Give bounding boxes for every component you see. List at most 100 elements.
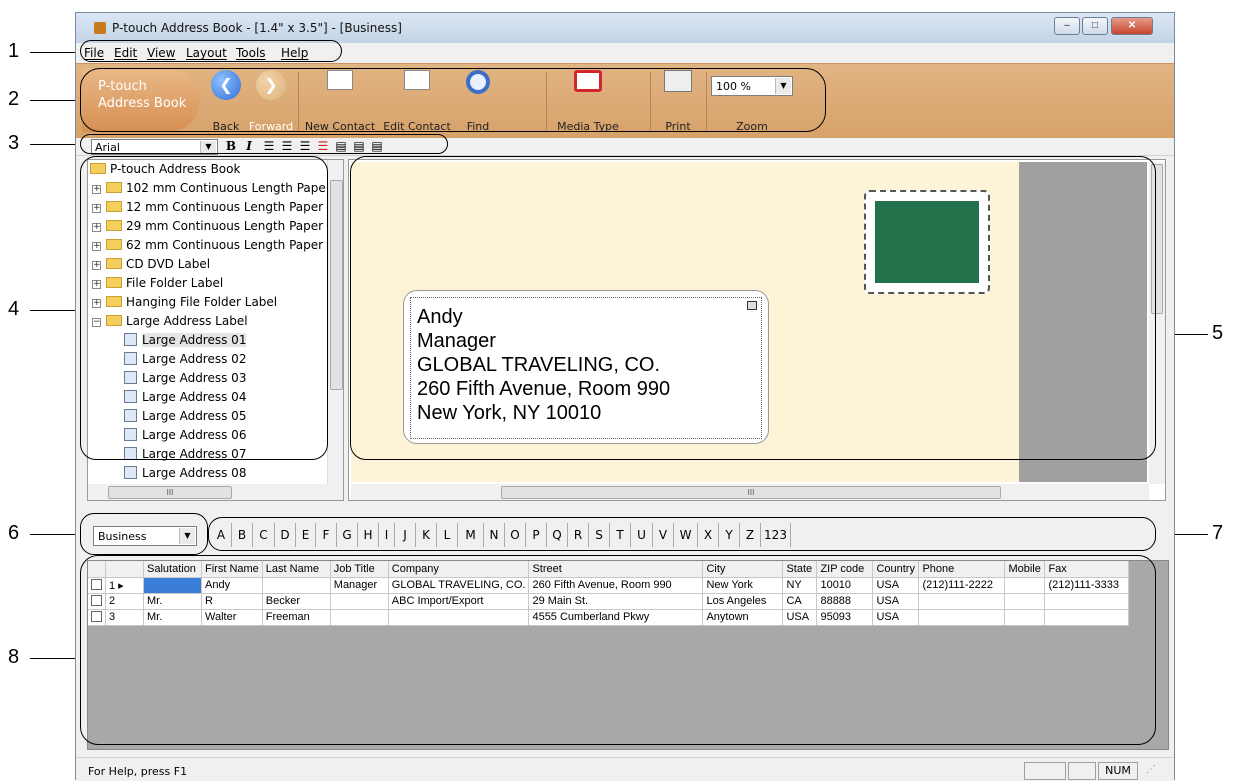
tab-letter[interactable]: M bbox=[458, 523, 484, 547]
menu-edit[interactable]: Edit bbox=[114, 46, 137, 60]
tab-letter[interactable]: O bbox=[505, 523, 526, 547]
collapse-icon[interactable]: − bbox=[92, 318, 101, 327]
expand-icon[interactable]: + bbox=[92, 223, 101, 232]
tree-folder[interactable]: − Large Address Label bbox=[88, 314, 248, 333]
scroll-thumb[interactable]: III bbox=[501, 486, 1001, 499]
table-row[interactable]: 1 ▸ Andy Manager GLOBAL TRAVELING, CO. 2… bbox=[88, 577, 1130, 594]
col-header[interactable]: Mobile bbox=[1004, 561, 1046, 578]
cell-phone[interactable] bbox=[918, 593, 1006, 610]
col-header[interactable]: Phone bbox=[918, 561, 1006, 578]
cell-street[interactable]: 260 Fifth Avenue, Room 990 bbox=[528, 577, 704, 594]
cell-zip[interactable]: 88888 bbox=[816, 593, 874, 610]
cell-first-name[interactable]: Walter bbox=[201, 609, 263, 626]
cell-country[interactable]: USA bbox=[872, 577, 920, 594]
expand-icon[interactable]: + bbox=[92, 242, 101, 251]
cell-zip[interactable]: 10010 bbox=[816, 577, 874, 594]
align-right-icon[interactable]: ☰ bbox=[298, 139, 312, 154]
tab-letter[interactable]: I bbox=[379, 523, 395, 547]
menu-view[interactable]: View bbox=[147, 46, 175, 60]
menu-tools[interactable]: Tools bbox=[236, 46, 266, 60]
scroll-thumb[interactable]: III bbox=[108, 486, 232, 499]
bold-button[interactable]: B bbox=[224, 139, 238, 154]
tree-folder[interactable]: +29 mm Continuous Length Paper bbox=[88, 219, 323, 238]
cell-fax[interactable] bbox=[1044, 609, 1130, 626]
tab-letter[interactable]: H bbox=[358, 523, 379, 547]
expand-icon[interactable]: + bbox=[92, 299, 101, 308]
tree-item[interactable]: Large Address 01 bbox=[124, 333, 247, 352]
tab-letter[interactable]: K bbox=[416, 523, 437, 547]
tab-letter[interactable]: U bbox=[631, 523, 653, 547]
scroll-thumb[interactable] bbox=[330, 180, 343, 390]
checkbox[interactable] bbox=[91, 611, 102, 622]
tree-folder[interactable]: + CD DVD Label bbox=[88, 257, 210, 276]
tree-item[interactable]: Large Address 07 bbox=[124, 447, 246, 466]
forward-button[interactable]: ❯ Forward bbox=[248, 70, 294, 133]
maximize-button[interactable]: □ bbox=[1082, 17, 1108, 35]
col-header[interactable]: First Name bbox=[201, 561, 263, 578]
scroll-thumb[interactable] bbox=[1151, 164, 1163, 314]
cell-last-name[interactable]: Freeman bbox=[262, 609, 331, 626]
cell-company[interactable]: ABC Import/Export bbox=[388, 593, 530, 610]
tab-letter[interactable]: E bbox=[296, 523, 316, 547]
preview-vertical-scrollbar[interactable] bbox=[1149, 162, 1165, 484]
cell-last-name[interactable] bbox=[262, 577, 331, 594]
menu-file[interactable]: File bbox=[84, 46, 104, 60]
preview-horizontal-scrollbar[interactable]: III bbox=[351, 484, 1149, 500]
tab-letter[interactable]: G bbox=[337, 523, 358, 547]
chevron-down-icon[interactable]: ▼ bbox=[200, 141, 216, 153]
col-header[interactable] bbox=[105, 561, 144, 578]
address-text-frame[interactable]: Andy Manager GLOBAL TRAVELING, CO. 260 F… bbox=[410, 297, 762, 439]
tab-letter[interactable]: N bbox=[484, 523, 505, 547]
find-button[interactable]: Find bbox=[458, 70, 498, 133]
tree-item[interactable]: Large Address 03 bbox=[124, 371, 246, 390]
align-left-icon[interactable]: ☰ bbox=[262, 139, 276, 154]
zoom-select[interactable]: 100 % ▼ bbox=[711, 76, 793, 96]
chevron-down-icon[interactable]: ▼ bbox=[179, 528, 195, 544]
cell-company[interactable]: GLOBAL TRAVELING, CO. bbox=[388, 577, 530, 594]
cell-state[interactable]: NY bbox=[782, 577, 818, 594]
table-row[interactable]: 2 Mr. R Becker ABC Import/Export 29 Main… bbox=[88, 593, 1130, 610]
col-header[interactable]: Fax bbox=[1044, 561, 1130, 578]
cell-street[interactable]: 4555 Cumberland Pkwy bbox=[528, 609, 704, 626]
col-header[interactable]: Last Name bbox=[262, 561, 331, 578]
tab-letter[interactable]: W bbox=[674, 523, 698, 547]
resize-grip-icon[interactable]: ⋰ bbox=[1146, 764, 1156, 775]
col-header[interactable]: Country bbox=[872, 561, 920, 578]
cell-country[interactable]: USA bbox=[872, 593, 920, 610]
tree-item[interactable]: Large Address 08 bbox=[124, 466, 246, 485]
tab-letter[interactable]: T bbox=[610, 523, 631, 547]
cell-salutation[interactable]: Mr. bbox=[143, 609, 202, 626]
italic-button[interactable]: I bbox=[242, 139, 256, 154]
edit-contact-button[interactable]: Edit Contact bbox=[380, 70, 454, 133]
checkbox[interactable] bbox=[91, 595, 102, 606]
col-header[interactable]: Salutation bbox=[143, 561, 202, 578]
col-header[interactable]: City bbox=[702, 561, 784, 578]
cell-state[interactable]: CA bbox=[782, 593, 818, 610]
tab-letter[interactable]: Q bbox=[547, 523, 568, 547]
tree-vertical-scrollbar[interactable] bbox=[327, 160, 343, 484]
tree-root[interactable]: P-touch Address Book bbox=[90, 162, 240, 181]
col-header[interactable]: ZIP code bbox=[816, 561, 874, 578]
cell-job-title[interactable] bbox=[330, 609, 389, 626]
tab-letter[interactable]: R bbox=[568, 523, 589, 547]
col-header[interactable] bbox=[88, 561, 106, 578]
tab-letter[interactable]: Y bbox=[719, 523, 740, 547]
chevron-down-icon[interactable]: ▼ bbox=[775, 78, 791, 94]
expand-icon[interactable]: + bbox=[92, 185, 101, 194]
tab-letter[interactable]: S bbox=[589, 523, 610, 547]
row-checkbox[interactable] bbox=[88, 593, 106, 610]
cell-company[interactable] bbox=[388, 609, 530, 626]
tab-letter[interactable]: 123 bbox=[761, 523, 791, 547]
align-center-icon[interactable]: ☰ bbox=[280, 139, 294, 154]
col-header[interactable]: Company bbox=[388, 561, 530, 578]
cell-country[interactable]: USA bbox=[872, 609, 920, 626]
tree-folder[interactable]: + File Folder Label bbox=[88, 276, 223, 295]
valign-bottom-icon[interactable]: ▤ bbox=[370, 139, 384, 154]
cell-city[interactable]: Anytown bbox=[702, 609, 784, 626]
cell-job-title[interactable] bbox=[330, 593, 389, 610]
tab-letter[interactable]: Z bbox=[740, 523, 761, 547]
tree-folder[interactable]: +102 mm Continuous Length Pape bbox=[88, 181, 326, 200]
font-select[interactable]: Arial ▼ bbox=[91, 139, 218, 155]
tab-letter[interactable]: B bbox=[232, 523, 253, 547]
cell-state[interactable]: USA bbox=[782, 609, 818, 626]
